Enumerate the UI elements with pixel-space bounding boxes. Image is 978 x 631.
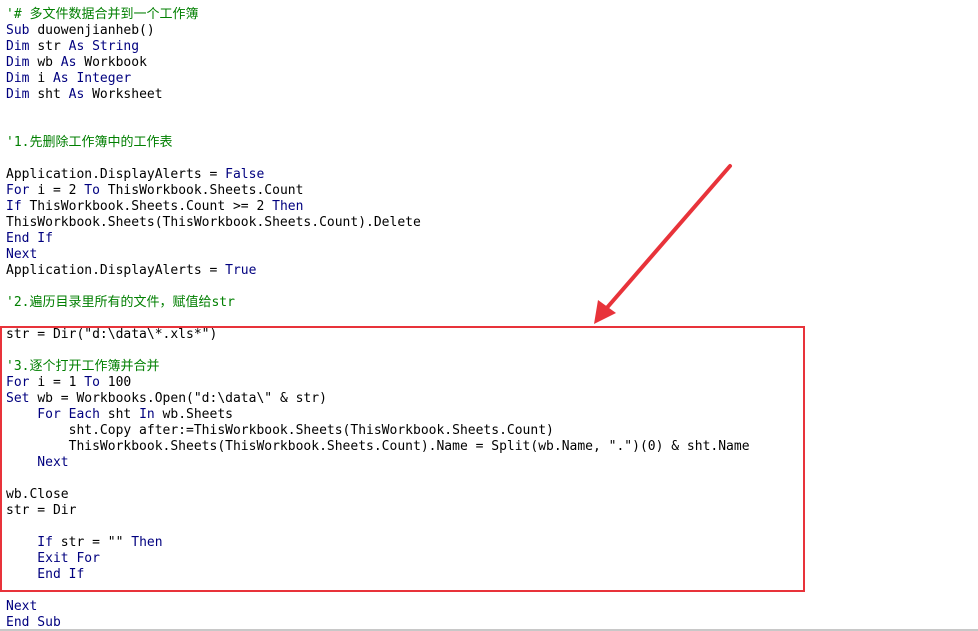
code-text: ThisWorkbook.Sheets.Count — [107, 183, 304, 198]
code-text: i — [37, 71, 53, 86]
code-line[interactable]: End If — [6, 231, 750, 247]
code-keyword: For Each — [6, 407, 108, 422]
code-line[interactable]: '# 多文件数据合并到一个工作簿 — [6, 7, 750, 23]
code-line[interactable] — [6, 583, 750, 599]
code-keyword: If — [6, 535, 61, 550]
code-text: ThisWorkbook.Sheets(ThisWorkbook.Sheets.… — [6, 215, 421, 230]
code-text: wb = Workbooks.Open("d:\data\" & str) — [37, 391, 327, 406]
code-line[interactable]: Application.DisplayAlerts = True — [6, 263, 750, 279]
code-keyword: If — [6, 199, 30, 214]
code-keyword: As — [60, 55, 85, 70]
code-line[interactable]: Dim str As String — [6, 39, 750, 55]
code-line[interactable] — [6, 279, 750, 295]
code-text: str = Dir — [6, 503, 77, 518]
code-text: str = Dir("d:\data\*.xls*") — [6, 327, 218, 342]
code-keyword: To — [84, 183, 108, 198]
code-line[interactable]: Next — [6, 247, 750, 263]
code-line[interactable]: Application.DisplayAlerts = False — [6, 167, 750, 183]
code-line[interactable]: If ThisWorkbook.Sheets.Count >= 2 Then — [6, 199, 750, 215]
code-line[interactable]: Dim sht As Worksheet — [6, 87, 750, 103]
code-keyword: Set — [6, 391, 38, 406]
code-keyword: Dim — [6, 71, 38, 86]
code-line[interactable]: wb.Close — [6, 487, 750, 503]
code-keyword: Next — [6, 599, 38, 614]
code-text: sht — [107, 407, 140, 422]
code-line[interactable]: '1.先删除工作簿中的工作表 — [6, 135, 750, 151]
code-keyword: False — [225, 167, 265, 182]
code-line[interactable]: For Each sht In wb.Sheets — [6, 407, 750, 423]
code-text: ThisWorkbook.Sheets(ThisWorkbook.Sheets.… — [6, 439, 750, 454]
code-line[interactable] — [6, 119, 750, 135]
code-keyword: Then — [131, 535, 163, 550]
code-lines: '# 多文件数据合并到一个工作簿 Sub duowenjianheb() Dim s… — [6, 7, 750, 631]
code-keyword: End Sub — [6, 615, 61, 630]
code-line[interactable]: End If — [6, 567, 750, 583]
code-keyword: Exit For — [6, 551, 100, 566]
code-line[interactable]: str = Dir — [6, 503, 750, 519]
code-line[interactable] — [6, 519, 750, 535]
code-editor[interactable]: '# 多文件数据合并到一个工作簿 Sub duowenjianheb() Dim s… — [0, 0, 978, 631]
code-line[interactable]: Set wb = Workbooks.Open("d:\data\" & str… — [6, 391, 750, 407]
code-line[interactable] — [6, 471, 750, 487]
code-line[interactable]: For i = 1 To 100 — [6, 375, 750, 391]
code-text: 100 — [107, 375, 132, 390]
code-text: wb — [37, 55, 61, 70]
code-keyword: For — [6, 183, 38, 198]
code-text: str — [37, 39, 69, 54]
code-keyword: In — [139, 407, 163, 422]
code-line[interactable]: Next — [6, 599, 750, 615]
code-keyword: As String — [68, 39, 140, 54]
code-line[interactable]: If str = "" Then — [6, 535, 750, 551]
code-keyword: To — [84, 375, 108, 390]
code-text: ThisWorkbook.Sheets.Count >= 2 — [29, 199, 273, 214]
code-line[interactable]: str = Dir("d:\data\*.xls*") — [6, 327, 750, 343]
code-line[interactable]: ThisWorkbook.Sheets(ThisWorkbook.Sheets.… — [6, 215, 750, 231]
code-text: duowenjianheb() — [37, 23, 155, 38]
code-line[interactable]: ThisWorkbook.Sheets(ThisWorkbook.Sheets.… — [6, 439, 750, 455]
code-text: wb.Sheets — [162, 407, 233, 422]
code-text: str = "" — [60, 535, 132, 550]
code-text: sht.Copy after:=ThisWorkbook.Sheets(This… — [6, 423, 554, 438]
code-text: sht — [37, 87, 69, 102]
code-line[interactable]: Exit For — [6, 551, 750, 567]
code-text: Application.DisplayAlerts = — [6, 263, 226, 278]
code-text: Application.DisplayAlerts = — [6, 167, 226, 182]
code-text: i = 2 — [37, 183, 85, 198]
code-line[interactable]: Next — [6, 455, 750, 471]
code-line[interactable]: For i = 2 To ThisWorkbook.Sheets.Count — [6, 183, 750, 199]
code-line[interactable] — [6, 311, 750, 327]
code-text: Worksheet — [92, 87, 163, 102]
code-line[interactable]: '3.逐个打开工作簿并合并 — [6, 359, 750, 375]
code-keyword: Next — [6, 247, 38, 262]
code-keyword: Next — [6, 455, 69, 470]
code-text: wb.Close — [6, 487, 69, 502]
code-keyword: As — [68, 87, 93, 102]
code-line[interactable] — [6, 151, 750, 167]
code-comment: '1.先删除工作簿中的工作表 — [6, 135, 173, 150]
code-keyword: End If — [6, 567, 85, 582]
code-line[interactable]: Dim i As Integer — [6, 71, 750, 87]
code-line[interactable]: sht.Copy after:=ThisWorkbook.Sheets(This… — [6, 423, 750, 439]
code-text: i = 1 — [37, 375, 85, 390]
code-keyword: Dim — [6, 39, 38, 54]
code-keyword: As Integer — [52, 71, 132, 86]
code-line[interactable]: Sub duowenjianheb() — [6, 23, 750, 39]
code-text: Workbook — [84, 55, 147, 70]
code-comment: '2.遍历目录里所有的文件，赋值给str — [6, 295, 235, 310]
code-line[interactable] — [6, 103, 750, 119]
code-keyword: Dim — [6, 55, 38, 70]
code-keyword: End If — [6, 231, 53, 246]
code-line[interactable] — [6, 343, 750, 359]
code-keyword: Sub — [6, 23, 38, 38]
code-keyword: Dim — [6, 87, 38, 102]
code-keyword: For — [6, 375, 38, 390]
code-comment: '# 多文件数据合并到一个工作簿 — [6, 7, 199, 22]
code-line[interactable]: '2.遍历目录里所有的文件，赋值给str — [6, 295, 750, 311]
code-keyword: Then — [272, 199, 304, 214]
code-keyword: True — [225, 263, 257, 278]
code-line[interactable]: Dim wb As Workbook — [6, 55, 750, 71]
code-comment: '3.逐个打开工作簿并合并 — [6, 359, 160, 374]
